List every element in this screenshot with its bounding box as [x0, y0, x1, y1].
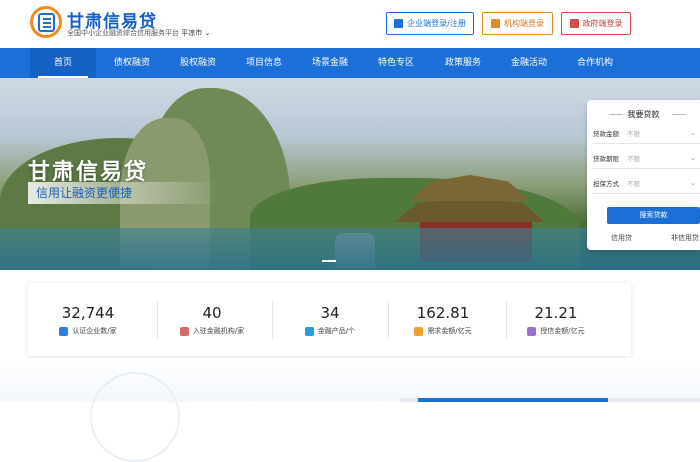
nav-item-policy[interactable]: 政策服务: [430, 48, 496, 78]
stat-value: 21.21: [534, 304, 578, 322]
xin-logo-icon[interactable]: [30, 6, 62, 38]
loan-amount-value: 不限: [627, 129, 640, 138]
nav-item-home[interactable]: 首页: [30, 48, 96, 78]
decorative-arc: [90, 372, 180, 462]
platform-description: 全国中小企业融资综合信用服务平台: [67, 29, 179, 37]
site-header: 甘肃信易贷 全国中小企业融资综合信用服务平台 平凉市 ⌄ 企业端登录/注册 机构…: [0, 0, 700, 48]
brand-subtitle: 全国中小企业融资综合信用服务平台 平凉市 ⌄: [67, 28, 210, 38]
stat-financial-products: 34 金融产品/个: [270, 283, 390, 356]
institution-login-label: 机构端登录: [504, 19, 544, 28]
bank-icon: [179, 326, 189, 336]
guarantee-type-label: 担保方式: [593, 179, 619, 188]
nav-item-partners[interactable]: 合作机构: [562, 48, 628, 78]
stat-value: 40: [202, 304, 222, 322]
bank-icon: [491, 19, 500, 28]
stat-credit-amount: 21.21 授信金额/亿元: [496, 283, 616, 356]
loan-amount-label: 贷款金额: [593, 129, 619, 138]
city-selector[interactable]: 平凉市 ⌄: [181, 29, 210, 37]
stat-label: 入驻金融机构/家: [192, 327, 245, 335]
nav-item-finance-events[interactable]: 金融活动: [496, 48, 562, 78]
carousel-indicator[interactable]: [322, 260, 336, 262]
loan-term-value: 不限: [627, 154, 640, 163]
money-icon: [414, 326, 424, 336]
nav-item-special-zone[interactable]: 特色专区: [363, 48, 429, 78]
main-nav: 首页 债权融资 股权融资 项目信息 场景金融 特色专区 政策服务 金融活动 合作…: [0, 48, 700, 78]
stat-label: 需求金额/亿元: [427, 327, 472, 335]
document-icon: [59, 326, 69, 336]
institution-login-button[interactable]: 机构端登录: [482, 12, 553, 35]
stat-certified-enterprises: 32,744 认证企业数/家: [28, 283, 148, 356]
city-name: 平凉市: [181, 29, 203, 37]
product-icon: [304, 326, 314, 336]
tab-non-credit-loan[interactable]: 非信用贷: [671, 233, 699, 243]
loan-term-label: 贷款期限: [593, 154, 619, 163]
nav-item-scene-finance[interactable]: 场景金融: [297, 48, 363, 78]
government-login-button[interactable]: 政府端登录: [561, 12, 631, 35]
loan-panel-title: 我要贷款: [587, 109, 700, 120]
stat-caption: 授信金额/亿元: [496, 326, 616, 336]
stat-label: 金融产品/个: [317, 327, 356, 335]
search-loan-button[interactable]: 搜索贷款: [607, 207, 700, 224]
government-login-label: 政府端登录: [582, 19, 623, 28]
loan-search-panel: 我要贷款 贷款金额 不限 ⌄ 贷款期限 不限 ⌄ 担保方式 不限 ⌄ 搜索贷款 …: [587, 100, 700, 250]
stat-financial-institutions: 40 入驻金融机构/家: [152, 283, 272, 356]
statistics-card: 32,744 认证企业数/家 40 入驻金融机构/家 34 金融产品/个 162…: [28, 283, 631, 356]
stat-demand-amount: 162.81 需求金额/亿元: [383, 283, 503, 356]
loan-term-select[interactable]: 贷款期限 不限 ⌄: [593, 147, 700, 169]
chevron-down-icon: ⌄: [204, 29, 211, 37]
stat-value: 34: [320, 304, 340, 322]
stat-label: 授信金额/亿元: [540, 327, 585, 335]
enterprise-login-label: 企业端登录/注册: [407, 19, 466, 28]
banner-slogan: 信用让融资更便捷: [28, 182, 218, 204]
loan-amount-select[interactable]: 贷款金额 不限 ⌄: [593, 122, 700, 144]
chevron-down-icon: ⌄: [690, 128, 696, 137]
nav-item-equity-financing[interactable]: 股权融资: [165, 48, 231, 78]
tab-credit-loan[interactable]: 信用贷: [611, 233, 632, 243]
credit-icon: [527, 326, 537, 336]
stat-caption: 需求金额/亿元: [383, 326, 503, 336]
stat-value: 32,744: [61, 304, 115, 322]
section-tab-indicator: [418, 398, 608, 402]
stat-caption: 金融产品/个: [270, 326, 390, 336]
guarantee-type-value: 不限: [627, 179, 640, 188]
enterprise-login-button[interactable]: 企业端登录/注册: [386, 12, 474, 35]
stat-caption: 认证企业数/家: [28, 326, 148, 336]
nav-item-projects[interactable]: 项目信息: [231, 48, 297, 78]
chevron-down-icon: ⌄: [690, 178, 696, 187]
chevron-down-icon: ⌄: [690, 153, 696, 162]
stat-label: 认证企业数/家: [72, 327, 117, 335]
section-tab-bar: [400, 398, 700, 402]
nav-item-debt-financing[interactable]: 债权融资: [99, 48, 165, 78]
stat-caption: 入驻金融机构/家: [152, 326, 272, 336]
guarantee-type-select[interactable]: 担保方式 不限 ⌄: [593, 172, 700, 194]
stat-value: 162.81: [416, 304, 470, 322]
government-icon: [569, 19, 579, 28]
building-icon: [394, 19, 404, 28]
